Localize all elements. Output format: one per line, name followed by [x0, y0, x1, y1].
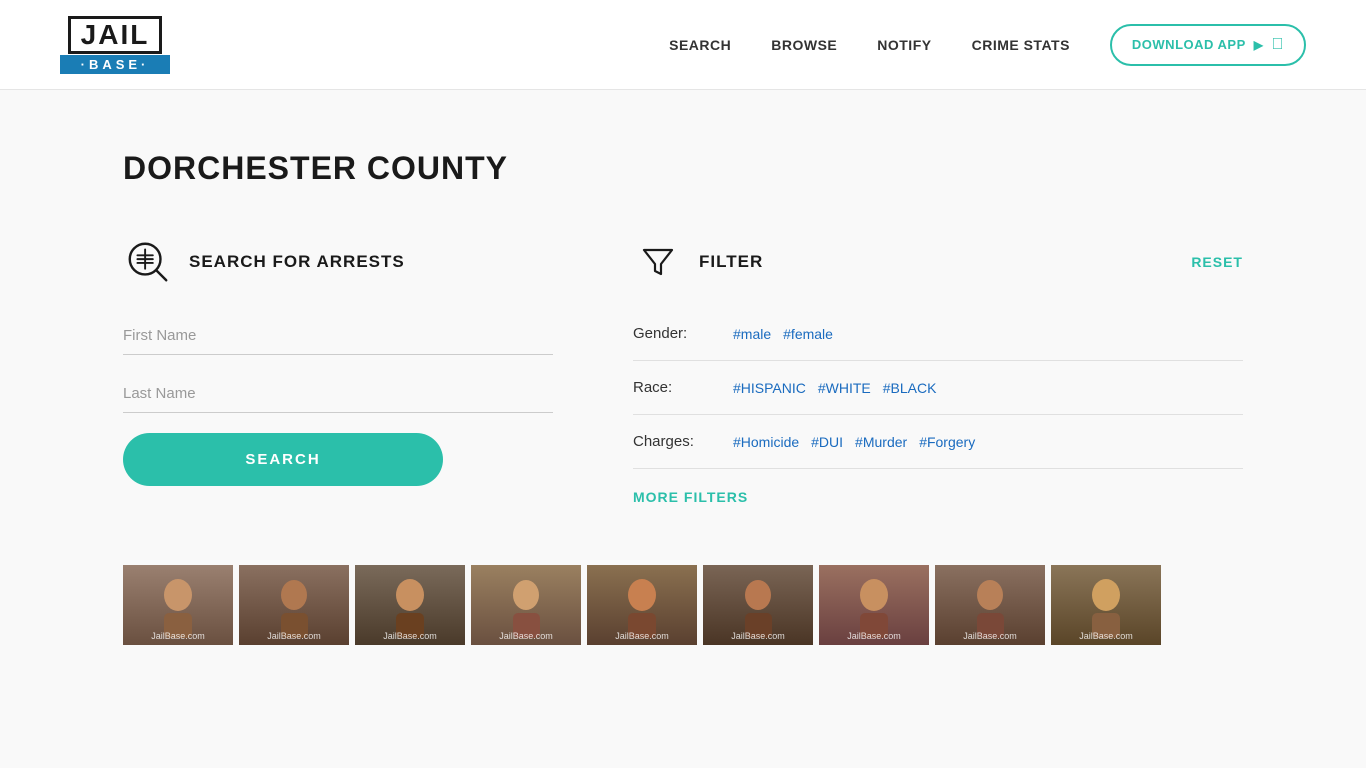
mugshot-label-7: JailBase.com [819, 631, 929, 641]
filter-header: FILTER RESET [633, 237, 1243, 287]
mugshot-label-9: JailBase.com [1051, 631, 1161, 641]
last-name-field [123, 375, 553, 413]
mugshot-label-4: JailBase.com [471, 631, 581, 641]
race-tag-hispanic[interactable]: #HISPANIC [733, 380, 806, 396]
mugshot-card-8[interactable]: JailBase.com [935, 565, 1045, 645]
county-title: DORCHESTER COUNTY [123, 150, 1243, 187]
charges-tag-dui[interactable]: #DUI [811, 434, 843, 450]
mugshot-label-8: JailBase.com [935, 631, 1045, 641]
nav-browse[interactable]: BROWSE [771, 37, 837, 53]
main-nav: SEARCH BROWSE NOTIFY CRIME STATS DOWNLOA… [669, 24, 1306, 66]
reset-button[interactable]: RESET [1191, 254, 1243, 270]
gender-filter-row: Gender: #male #female [633, 307, 1243, 361]
mugshot-label-5: JailBase.com [587, 631, 697, 641]
header: JAIL ·BASE· SEARCH BROWSE NOTIFY CRIME S… [0, 0, 1366, 90]
mugshot-label-1: JailBase.com [123, 631, 233, 641]
charges-tags: #Homicide #DUI #Murder #Forgery [733, 434, 975, 450]
race-tag-white[interactable]: #WHITE [818, 380, 871, 396]
logo-base-text: ·BASE· [60, 55, 170, 74]
charges-label: Charges: [633, 433, 713, 450]
mugshot-card-9[interactable]: JailBase.com [1051, 565, 1161, 645]
charges-filter-row: Charges: #Homicide #DUI #Murder #Forgery [633, 415, 1243, 469]
search-section-title: SEARCH FOR ARRESTS [189, 252, 405, 272]
mugshot-label-3: JailBase.com [355, 631, 465, 641]
gender-tag-male[interactable]: #male [733, 326, 771, 342]
mugshot-card-2[interactable]: JailBase.com [239, 565, 349, 645]
mugshot-card-4[interactable]: JailBase.com [471, 565, 581, 645]
race-tag-black[interactable]: #BLACK [883, 380, 937, 396]
filter-section-title: FILTER [699, 252, 763, 272]
search-column: SEARCH FOR ARRESTS SEARCH [123, 237, 553, 486]
mugshot-label-2: JailBase.com [239, 631, 349, 641]
filter-column: FILTER RESET Gender: #male #female Race:… [633, 237, 1243, 505]
apple-icon:  [1272, 36, 1285, 54]
more-filters-button[interactable]: MORE FILTERS [633, 489, 748, 505]
mugshots-row: JailBase.com JailBase.com JailBase.com [123, 565, 1243, 645]
mugshot-label-6: JailBase.com [703, 631, 813, 641]
filter-header-left: FILTER [633, 237, 763, 287]
logo-jail-text: JAIL [68, 16, 163, 54]
filter-icon [633, 237, 683, 287]
gender-tag-female[interactable]: #female [783, 326, 833, 342]
gender-tags: #male #female [733, 326, 833, 342]
first-name-field [123, 317, 553, 355]
nav-search[interactable]: SEARCH [669, 37, 731, 53]
search-button[interactable]: SEARCH [123, 433, 443, 486]
nav-notify[interactable]: NOTIFY [877, 37, 931, 53]
play-icon: ▶ [1254, 38, 1264, 52]
mugshot-card-1[interactable]: JailBase.com [123, 565, 233, 645]
mugshot-card-6[interactable]: JailBase.com [703, 565, 813, 645]
mugshot-card-3[interactable]: JailBase.com [355, 565, 465, 645]
search-filter-row: SEARCH FOR ARRESTS SEARCH [123, 237, 1243, 505]
race-tags: #HISPANIC #WHITE #BLACK [733, 380, 936, 396]
last-name-input[interactable] [123, 375, 553, 413]
gender-label: Gender: [633, 325, 713, 342]
mugshot-card-7[interactable]: JailBase.com [819, 565, 929, 645]
charges-tag-murder[interactable]: #Murder [855, 434, 907, 450]
charges-tag-forgery[interactable]: #Forgery [919, 434, 975, 450]
first-name-input[interactable] [123, 317, 553, 355]
mugshot-card-5[interactable]: JailBase.com [587, 565, 697, 645]
logo[interactable]: JAIL ·BASE· [60, 16, 170, 74]
charges-tag-homicide[interactable]: #Homicide [733, 434, 799, 450]
search-section-header: SEARCH FOR ARRESTS [123, 237, 553, 287]
race-filter-row: Race: #HISPANIC #WHITE #BLACK [633, 361, 1243, 415]
nav-crime-stats[interactable]: CRIME STATS [972, 37, 1070, 53]
race-label: Race: [633, 379, 713, 396]
search-arrests-icon [123, 237, 173, 287]
main-content: DORCHESTER COUNTY [83, 90, 1283, 685]
download-app-button[interactable]: DOWNLOAD APP ▶  [1110, 24, 1306, 66]
